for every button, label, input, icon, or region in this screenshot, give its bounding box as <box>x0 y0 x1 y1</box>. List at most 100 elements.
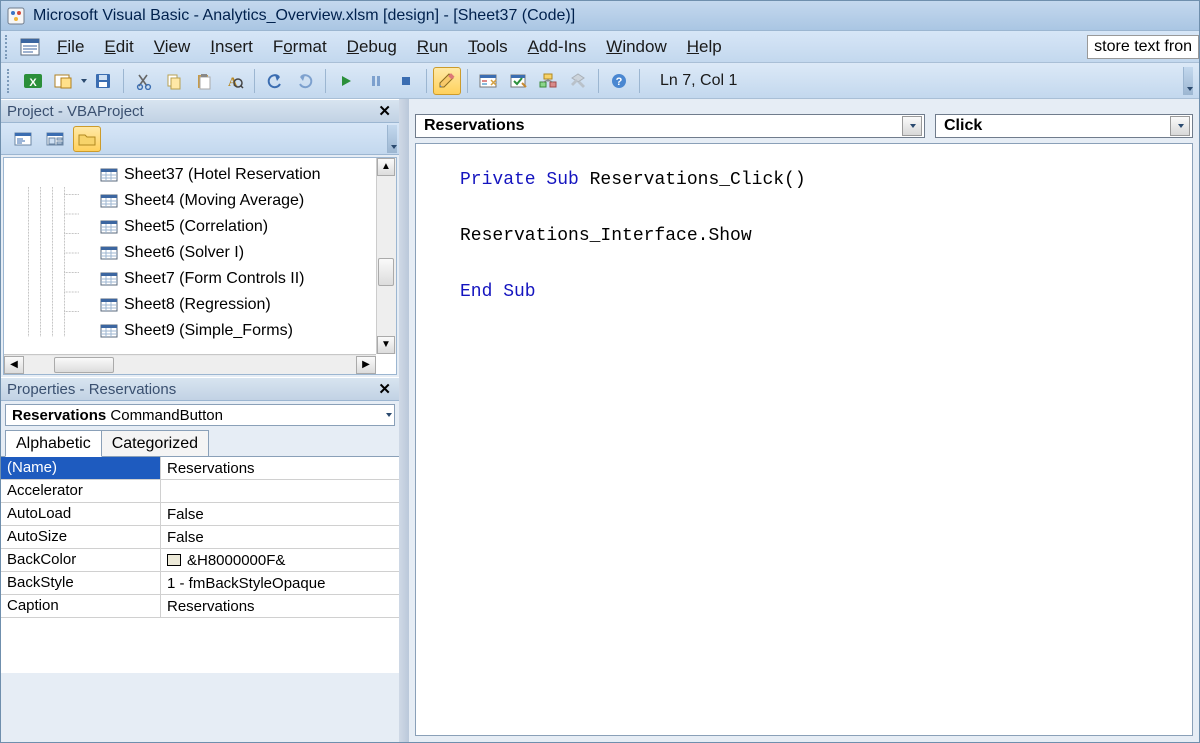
object-dropdown[interactable]: Reservations <box>415 114 925 138</box>
toolbar-gripper[interactable] <box>7 69 13 93</box>
toolbar-overflow[interactable] <box>1183 67 1193 95</box>
project-tree-item[interactable]: Sheet7 (Form Controls II) <box>4 266 396 292</box>
menu-tools[interactable]: Tools <box>458 33 518 61</box>
project-tree-item-label: Sheet4 (Moving Average) <box>124 192 304 210</box>
procedure-dropdown-value: Click <box>944 117 982 135</box>
view-code-button[interactable] <box>9 126 37 152</box>
property-name: BackColor <box>1 549 161 571</box>
tree-hscroll-thumb[interactable] <box>54 357 114 373</box>
menu-run[interactable]: Run <box>407 33 458 61</box>
find-button[interactable]: A <box>220 67 248 95</box>
undo-button[interactable] <box>261 67 289 95</box>
copy-button[interactable] <box>160 67 188 95</box>
property-value[interactable] <box>161 480 399 502</box>
properties-panel-header[interactable]: Properties - Reservations ✕ <box>1 377 399 401</box>
project-tree[interactable]: Sheet37 (Hotel Reservation Sheet4 (Movin… <box>3 157 397 375</box>
tree-hscroll-right[interactable]: ▶ <box>356 356 376 374</box>
property-row[interactable]: AutoLoadFalse <box>1 503 399 526</box>
menu-debug[interactable]: Debug <box>337 33 407 61</box>
project-tree-item[interactable]: Sheet8 (Regression) <box>4 292 396 318</box>
menu-insert[interactable]: Insert <box>200 33 263 61</box>
project-panel-close-icon[interactable]: ✕ <box>374 102 395 120</box>
reset-button[interactable] <box>392 67 420 95</box>
property-value[interactable]: Reservations <box>161 595 399 617</box>
vbe-window: Microsoft Visual Basic - Analytics_Overv… <box>0 0 1200 743</box>
chevron-down-icon <box>386 413 392 417</box>
property-row[interactable]: CaptionReservations <box>1 595 399 618</box>
project-panel-toolbar <box>1 123 399 155</box>
run-button[interactable] <box>332 67 360 95</box>
project-tree-item[interactable]: Sheet6 (Solver I) <box>4 240 396 266</box>
project-tree-item[interactable]: Sheet5 (Correlation) <box>4 214 396 240</box>
property-value[interactable]: False <box>161 503 399 525</box>
menu-window[interactable]: Window <box>596 33 676 61</box>
tree-hscroll[interactable]: ◀ ▶ <box>4 354 376 374</box>
save-button[interactable] <box>89 67 117 95</box>
left-dock: Project - VBAProject ✕ <box>1 99 399 742</box>
menu-edit[interactable]: Edit <box>94 33 143 61</box>
properties-panel: Properties - Reservations ✕ Reservations… <box>1 377 399 673</box>
menu-file[interactable]: File <box>47 33 94 61</box>
break-button[interactable] <box>362 67 390 95</box>
help-button[interactable]: ? <box>605 67 633 95</box>
tab-categorized[interactable]: Categorized <box>101 430 209 456</box>
tooltip-overflow-text: store text fron <box>1087 35 1199 59</box>
property-name: (Name) <box>1 457 161 479</box>
properties-panel-close-icon[interactable]: ✕ <box>374 380 395 398</box>
property-row[interactable]: (Name)Reservations <box>1 457 399 480</box>
view-object-button[interactable] <box>41 126 69 152</box>
tree-scroll-up[interactable]: ▲ <box>377 158 395 176</box>
worksheet-icon <box>100 219 118 235</box>
property-value[interactable]: False <box>161 526 399 548</box>
tree-hscroll-left[interactable]: ◀ <box>4 356 24 374</box>
project-panel-header[interactable]: Project - VBAProject ✕ <box>1 99 399 123</box>
menu-view[interactable]: View <box>144 33 201 61</box>
property-row[interactable]: AutoSizeFalse <box>1 526 399 549</box>
project-tree-item[interactable]: Sheet4 (Moving Average) <box>4 188 396 214</box>
control-menu-icon[interactable] <box>15 33 45 61</box>
paste-button[interactable] <box>190 67 218 95</box>
project-explorer-button[interactable] <box>474 67 502 95</box>
menu-format[interactable]: Format <box>263 33 337 61</box>
tree-scroll-down[interactable]: ▼ <box>377 336 395 354</box>
properties-object-selector[interactable]: Reservations CommandButton <box>5 404 395 426</box>
procedure-dropdown[interactable]: Click <box>935 114 1193 138</box>
redo-button[interactable] <box>291 67 319 95</box>
project-tree-item-label: Sheet37 (Hotel Reservation <box>124 166 321 184</box>
properties-window-button[interactable] <box>504 67 532 95</box>
project-tree-item-label: Sheet9 (Simple_Forms) <box>124 322 293 340</box>
insert-object-button[interactable] <box>49 67 77 95</box>
tree-scroll-thumb[interactable] <box>378 258 394 286</box>
insert-object-caret[interactable] <box>81 79 87 83</box>
property-value[interactable]: &H8000000F& <box>161 549 399 571</box>
properties-grid[interactable]: (Name)ReservationsAcceleratorAutoLoadFal… <box>1 457 399 673</box>
properties-panel-title: Properties - Reservations <box>7 381 176 398</box>
object-browser-button[interactable] <box>534 67 562 95</box>
project-tree-item-label: Sheet6 (Solver I) <box>124 244 244 262</box>
project-tree-item[interactable]: Sheet9 (Simple_Forms) <box>4 318 396 344</box>
menubar: File Edit View Insert Format Debug Run T… <box>1 31 1199 63</box>
property-row[interactable]: Accelerator <box>1 480 399 503</box>
code-editor[interactable]: Private Sub Reservations_Click() Reserva… <box>415 143 1193 736</box>
project-tree-item[interactable]: Sheet37 (Hotel Reservation <box>4 162 396 188</box>
menu-addins[interactable]: Add-Ins <box>518 33 597 61</box>
toolbox-button[interactable] <box>564 67 592 95</box>
worksheet-icon <box>100 323 118 339</box>
worksheet-icon <box>100 271 118 287</box>
cut-button[interactable] <box>130 67 158 95</box>
tab-alphabetic[interactable]: Alphabetic <box>5 430 102 457</box>
design-mode-button[interactable] <box>433 67 461 95</box>
property-name: AutoSize <box>1 526 161 548</box>
vertical-splitter[interactable] <box>399 99 409 742</box>
property-row[interactable]: BackColor&H8000000F& <box>1 549 399 572</box>
property-value[interactable]: 1 - fmBackStyleOpaque <box>161 572 399 594</box>
property-name: BackStyle <box>1 572 161 594</box>
property-row[interactable]: BackStyle1 - fmBackStyleOpaque <box>1 572 399 595</box>
view-excel-button[interactable]: X <box>19 67 47 95</box>
menu-help[interactable]: Help <box>677 33 732 61</box>
project-toolbar-overflow[interactable] <box>387 125 397 153</box>
menubar-gripper[interactable] <box>5 35 11 59</box>
main-area: Project - VBAProject ✕ <box>1 99 1199 742</box>
property-value[interactable]: Reservations <box>161 457 399 479</box>
toggle-folders-button[interactable] <box>73 126 101 152</box>
